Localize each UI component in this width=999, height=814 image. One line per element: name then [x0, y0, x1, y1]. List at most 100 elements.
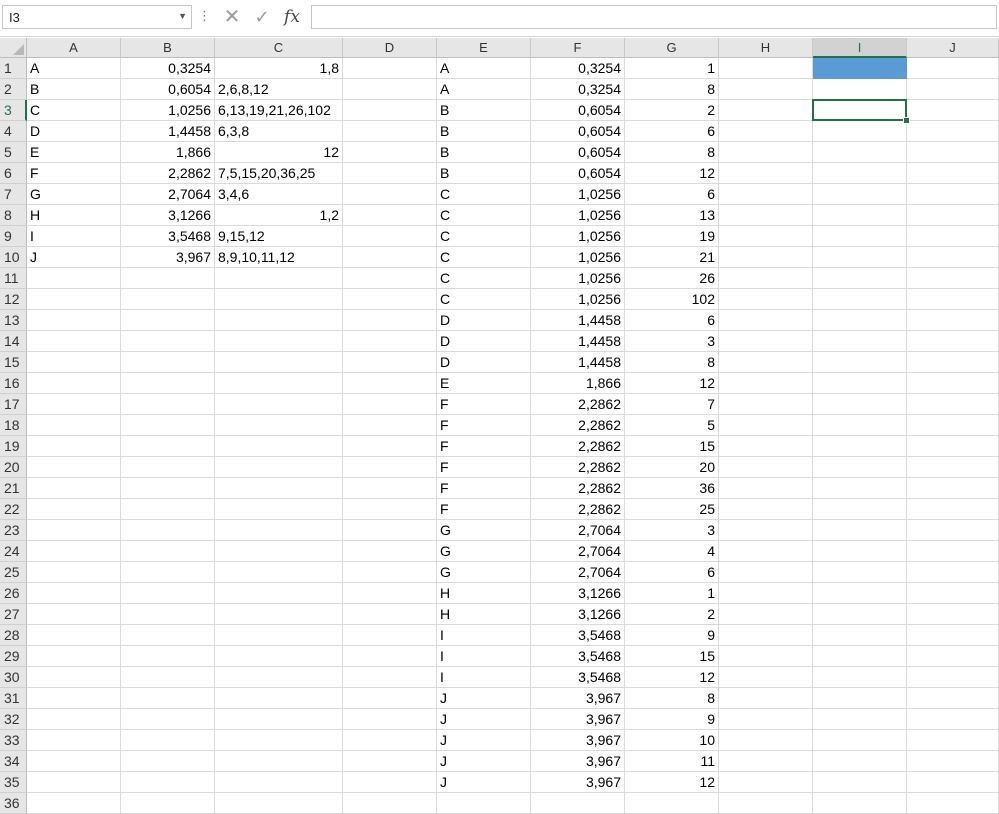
- cell-a1[interactable]: A: [27, 58, 121, 79]
- cell-h21[interactable]: [719, 478, 813, 499]
- cell-b3[interactable]: 1,0256: [121, 100, 215, 121]
- cell-g25[interactable]: 6: [625, 562, 719, 583]
- cell-f5[interactable]: 0,6054: [531, 142, 625, 163]
- cell-h3[interactable]: [719, 100, 813, 121]
- cell-a27[interactable]: [27, 604, 121, 625]
- row-header-19[interactable]: 19: [0, 436, 27, 457]
- cell-g15[interactable]: 8: [625, 352, 719, 373]
- row-header-9[interactable]: 9: [0, 226, 27, 247]
- cell-c35[interactable]: [215, 772, 343, 793]
- cell-h27[interactable]: [719, 604, 813, 625]
- row-header-32[interactable]: 32: [0, 709, 27, 730]
- cell-e21[interactable]: F: [437, 478, 531, 499]
- cell-g24[interactable]: 4: [625, 541, 719, 562]
- row-header-3[interactable]: 3: [0, 100, 27, 121]
- cell-j15[interactable]: [907, 352, 999, 373]
- cell-g23[interactable]: 3: [625, 520, 719, 541]
- cell-g5[interactable]: 8: [625, 142, 719, 163]
- cell-c18[interactable]: [215, 415, 343, 436]
- cell-j26[interactable]: [907, 583, 999, 604]
- fill-handle[interactable]: [903, 117, 910, 124]
- cell-b6[interactable]: 2,2862: [121, 163, 215, 184]
- cell-h6[interactable]: [719, 163, 813, 184]
- cell-i30[interactable]: [813, 667, 907, 688]
- column-header-e[interactable]: E: [437, 38, 531, 58]
- cell-f31[interactable]: 3,967: [531, 688, 625, 709]
- cell-i11[interactable]: [813, 268, 907, 289]
- cell-g12[interactable]: 102: [625, 289, 719, 310]
- cell-b28[interactable]: [121, 625, 215, 646]
- cell-i27[interactable]: [813, 604, 907, 625]
- cell-f34[interactable]: 3,967: [531, 751, 625, 772]
- cell-c36[interactable]: [215, 793, 343, 814]
- cell-f1[interactable]: 0,3254: [531, 58, 625, 79]
- cell-a10[interactable]: J: [27, 247, 121, 268]
- cell-b25[interactable]: [121, 562, 215, 583]
- cell-b30[interactable]: [121, 667, 215, 688]
- formula-input[interactable]: [311, 5, 997, 29]
- cell-f30[interactable]: 3,5468: [531, 667, 625, 688]
- cell-b13[interactable]: [121, 310, 215, 331]
- cell-g31[interactable]: 8: [625, 688, 719, 709]
- select-all-button[interactable]: [0, 38, 27, 58]
- cell-j3[interactable]: [907, 100, 999, 121]
- cell-g9[interactable]: 19: [625, 226, 719, 247]
- cell-f23[interactable]: 2,7064: [531, 520, 625, 541]
- cell-j23[interactable]: [907, 520, 999, 541]
- cell-i16[interactable]: [813, 373, 907, 394]
- cell-g11[interactable]: 26: [625, 268, 719, 289]
- cell-e2[interactable]: A: [437, 79, 531, 100]
- cell-j21[interactable]: [907, 478, 999, 499]
- cell-e36[interactable]: [437, 793, 531, 814]
- cell-f20[interactable]: 2,2862: [531, 457, 625, 478]
- column-header-d[interactable]: D: [343, 38, 437, 58]
- name-box[interactable]: I3 ▼: [2, 5, 192, 29]
- cell-e7[interactable]: C: [437, 184, 531, 205]
- cell-a12[interactable]: [27, 289, 121, 310]
- cell-c27[interactable]: [215, 604, 343, 625]
- cell-d24[interactable]: [343, 541, 437, 562]
- cell-e6[interactable]: B: [437, 163, 531, 184]
- cell-i6[interactable]: [813, 163, 907, 184]
- row-header-36[interactable]: 36: [0, 793, 27, 814]
- cell-j10[interactable]: [907, 247, 999, 268]
- cell-f3[interactable]: 0,6054: [531, 100, 625, 121]
- cell-i3[interactable]: [813, 100, 907, 121]
- cell-g30[interactable]: 12: [625, 667, 719, 688]
- cell-d10[interactable]: [343, 247, 437, 268]
- cell-j13[interactable]: [907, 310, 999, 331]
- cell-h15[interactable]: [719, 352, 813, 373]
- cell-i28[interactable]: [813, 625, 907, 646]
- cell-b11[interactable]: [121, 268, 215, 289]
- cell-c24[interactable]: [215, 541, 343, 562]
- cell-h5[interactable]: [719, 142, 813, 163]
- row-header-34[interactable]: 34: [0, 751, 27, 772]
- cell-a24[interactable]: [27, 541, 121, 562]
- cell-d30[interactable]: [343, 667, 437, 688]
- cell-d13[interactable]: [343, 310, 437, 331]
- row-header-10[interactable]: 10: [0, 247, 27, 268]
- cell-i18[interactable]: [813, 415, 907, 436]
- row-header-6[interactable]: 6: [0, 163, 27, 184]
- row-header-18[interactable]: 18: [0, 415, 27, 436]
- cell-c11[interactable]: [215, 268, 343, 289]
- cell-i32[interactable]: [813, 709, 907, 730]
- cell-e13[interactable]: D: [437, 310, 531, 331]
- cell-h13[interactable]: [719, 310, 813, 331]
- cell-i17[interactable]: [813, 394, 907, 415]
- cell-g29[interactable]: 15: [625, 646, 719, 667]
- cell-i10[interactable]: [813, 247, 907, 268]
- cell-a30[interactable]: [27, 667, 121, 688]
- cell-d12[interactable]: [343, 289, 437, 310]
- cell-h18[interactable]: [719, 415, 813, 436]
- cell-j36[interactable]: [907, 793, 999, 814]
- cell-d1[interactable]: [343, 58, 437, 79]
- cell-d6[interactable]: [343, 163, 437, 184]
- cell-f28[interactable]: 3,5468: [531, 625, 625, 646]
- cell-c31[interactable]: [215, 688, 343, 709]
- cell-a6[interactable]: F: [27, 163, 121, 184]
- cell-j12[interactable]: [907, 289, 999, 310]
- cell-a11[interactable]: [27, 268, 121, 289]
- cell-h17[interactable]: [719, 394, 813, 415]
- cell-h20[interactable]: [719, 457, 813, 478]
